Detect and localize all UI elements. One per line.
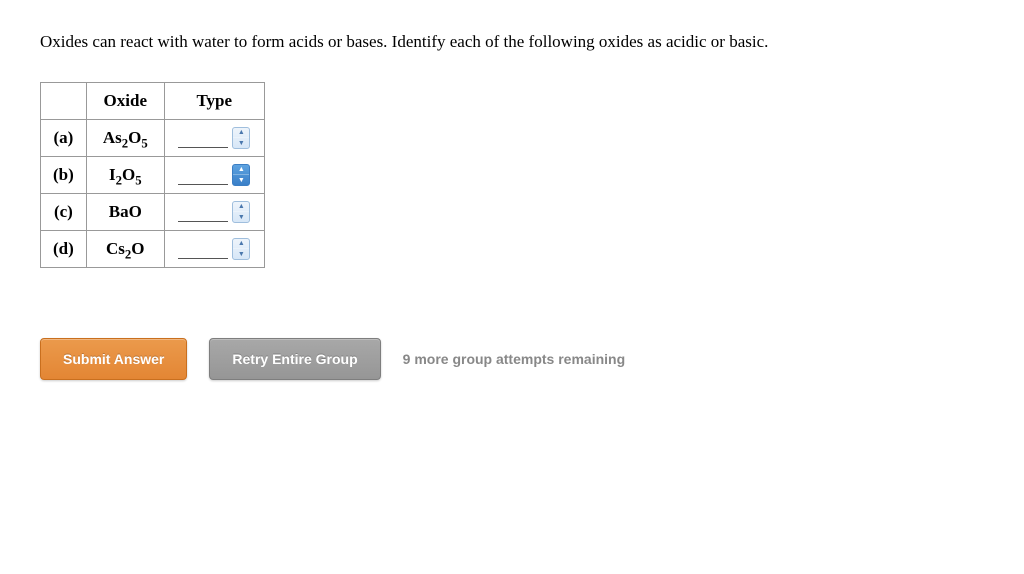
table-row: (d) Cs2O ▲▼ <box>41 230 265 267</box>
row-label: (d) <box>41 230 87 267</box>
submit-answer-button[interactable]: Submit Answer <box>40 338 187 380</box>
dropdown-value[interactable] <box>178 202 228 222</box>
chevron-up-down-icon[interactable]: ▲▼ <box>232 201 250 223</box>
button-row: Submit Answer Retry Entire Group 9 more … <box>40 338 984 380</box>
type-dropdown[interactable]: ▲▼ <box>178 238 250 260</box>
header-type: Type <box>164 82 264 119</box>
header-oxide: Oxide <box>86 82 164 119</box>
dropdown-value[interactable] <box>178 128 228 148</box>
row-formula: As2O5 <box>86 119 164 156</box>
row-label: (c) <box>41 193 87 230</box>
chevron-up-down-icon[interactable]: ▲▼ <box>232 238 250 260</box>
retry-group-button[interactable]: Retry Entire Group <box>209 338 380 380</box>
table-row: (c) BaO ▲▼ <box>41 193 265 230</box>
table-row: (a) As2O5 ▲▼ <box>41 119 265 156</box>
chevron-up-down-icon[interactable]: ▲▼ <box>232 164 250 186</box>
header-blank <box>41 82 87 119</box>
chevron-up-down-icon[interactable]: ▲▼ <box>232 127 250 149</box>
row-formula: Cs2O <box>86 230 164 267</box>
table-row: (b) I2O5 ▲▼ <box>41 156 265 193</box>
table-header-row: Oxide Type <box>41 82 265 119</box>
row-formula: BaO <box>86 193 164 230</box>
dropdown-value[interactable] <box>178 239 228 259</box>
row-formula: I2O5 <box>86 156 164 193</box>
row-label: (a) <box>41 119 87 156</box>
question-prompt: Oxides can react with water to form acid… <box>40 30 984 54</box>
row-label: (b) <box>41 156 87 193</box>
dropdown-value[interactable] <box>178 165 228 185</box>
type-dropdown[interactable]: ▲▼ <box>178 127 250 149</box>
oxide-table: Oxide Type (a) As2O5 ▲▼ (b) I2O5 ▲▼ (c) … <box>40 82 265 268</box>
type-dropdown[interactable]: ▲▼ <box>178 201 250 223</box>
type-dropdown[interactable]: ▲▼ <box>178 164 250 186</box>
attempts-remaining-text: 9 more group attempts remaining <box>403 351 625 367</box>
